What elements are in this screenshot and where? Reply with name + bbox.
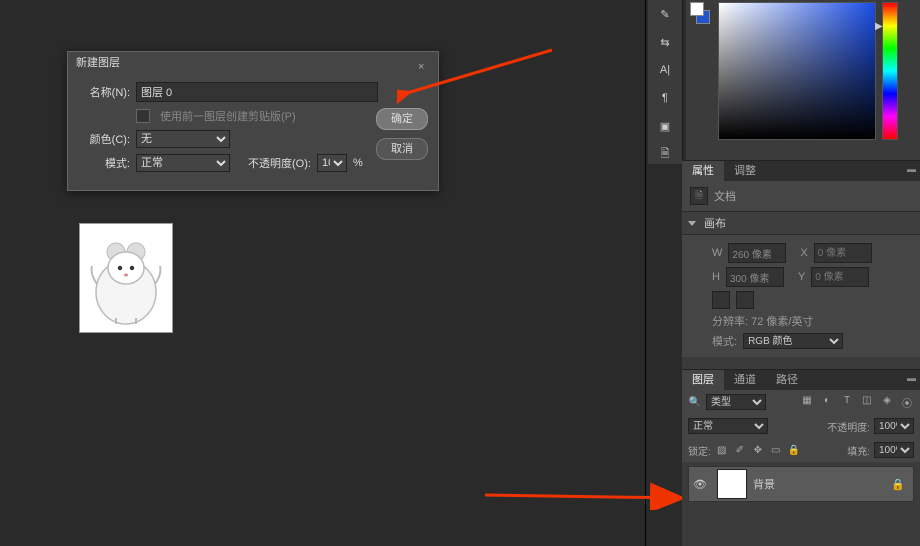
color-select[interactable]: 无 <box>136 130 230 148</box>
filter-adjust-icon[interactable]: ◐ <box>820 395 834 410</box>
layer-thumbnail[interactable] <box>717 469 747 499</box>
filter-pixel-icon[interactable]: ▦ <box>800 395 814 410</box>
hue-slider[interactable] <box>882 2 898 140</box>
layer-name[interactable]: 背景 <box>753 476 775 492</box>
blend-mode-select[interactable]: 正常 <box>136 154 230 172</box>
height-input[interactable] <box>726 267 784 287</box>
visibility-icon[interactable]: 👁 <box>689 478 711 491</box>
filter-smart-icon[interactable]: ◈ <box>880 395 894 410</box>
tab-layers[interactable]: 图层 <box>682 370 724 390</box>
tab-adjustments[interactable]: 调整 <box>724 161 766 181</box>
tab-properties[interactable]: 属性 <box>682 161 724 181</box>
lock-position-icon[interactable]: ✥ <box>751 445 765 456</box>
chevron-down-icon <box>688 221 696 226</box>
orientation-portrait-icon[interactable] <box>712 291 730 309</box>
new-layer-dialog: 新建图层 × 名称(N): 使用前一图层创建剪贴版(P) 颜色(C): 无 模式… <box>67 51 439 191</box>
lock-all-icon[interactable]: 🔒 <box>787 445 801 456</box>
filter-shape-icon[interactable]: ◫ <box>860 395 874 410</box>
y-label: Y <box>798 271 805 283</box>
h-label: H <box>712 271 720 283</box>
x-input[interactable] <box>814 243 872 263</box>
name-label: 名称(N): <box>78 84 130 100</box>
color-label: 颜色(C): <box>78 131 130 147</box>
dialog-title: 新建图层 <box>76 57 120 69</box>
w-label: W <box>712 247 722 259</box>
canvas-thumbnail[interactable] <box>79 223 173 333</box>
x-label: X <box>800 247 807 259</box>
paragraph-icon[interactable]: ¶ <box>653 88 677 108</box>
eyedropper-icon[interactable]: ✎ <box>653 4 677 24</box>
document-label: 文档 <box>714 188 736 204</box>
layer-opacity-label: 不透明度: <box>827 419 870 434</box>
lock-icon[interactable]: 🔒 <box>891 478 905 491</box>
clip-label: 使用前一图层创建剪贴版(P) <box>160 108 296 124</box>
opacity-label: 不透明度(O): <box>248 155 311 171</box>
close-icon[interactable]: × <box>418 56 432 70</box>
tab-paths[interactable]: 路径 <box>766 370 808 390</box>
lock-brush-icon[interactable]: ✐ <box>733 445 747 456</box>
layer-name-input[interactable] <box>136 82 378 102</box>
collapse-icon[interactable]: ▬ <box>907 164 916 174</box>
hue-indicator-icon: ▶ <box>875 21 883 32</box>
layer-blend-select[interactable]: 正常 <box>688 418 768 434</box>
ok-button[interactable]: 确定 <box>376 108 428 130</box>
filter-type-icon[interactable]: T <box>840 395 854 410</box>
document-icon: 🗎 <box>690 187 708 205</box>
swatch-stack <box>690 2 704 30</box>
lock-artboard-icon[interactable]: ▭ <box>769 445 783 456</box>
dialog-title-bar[interactable]: 新建图层 × <box>68 52 438 74</box>
color-mode-label: 模式: <box>712 333 737 349</box>
tool-strip: ✎ ⇆ A| ¶ ▣ 🗎 <box>648 0 683 164</box>
cancel-button[interactable]: 取消 <box>376 138 428 160</box>
color-mode-select[interactable]: RGB 颜色 <box>743 333 843 349</box>
canvas-section-header[interactable]: 画布 <box>682 211 920 235</box>
collapse-icon[interactable]: ▬ <box>907 373 916 383</box>
y-input[interactable] <box>811 267 869 287</box>
opacity-select[interactable]: 100 <box>317 154 347 172</box>
note-icon[interactable]: ▣ <box>653 116 677 136</box>
properties-panel: 属性 调整 ▬ 🗎 文档 画布 W X H Y <box>682 160 920 357</box>
type-icon[interactable]: A| <box>653 60 677 80</box>
fg-swatch[interactable] <box>690 2 704 16</box>
clip-checkbox[interactable] <box>136 109 150 123</box>
resolution-text: 分辨率: 72 像素/英寸 <box>712 313 813 329</box>
fill-select[interactable]: 100% <box>874 442 914 458</box>
fill-label: 填充: <box>847 443 870 458</box>
document-icon[interactable]: 🗎 <box>653 144 677 164</box>
layers-panel: 图层 通道 路径 ▬ 🔍 类型 ▦ ◐ T ◫ ◈ ⦿ 正常 不透明度: 100… <box>682 369 920 502</box>
sliders-icon[interactable]: ⇆ <box>653 32 677 52</box>
lock-label: 锁定: <box>688 443 711 458</box>
filter-kind-select[interactable]: 类型 <box>706 394 766 410</box>
filter-toggle-icon[interactable]: ⦿ <box>900 395 914 410</box>
lock-transparent-icon[interactable]: ▨ <box>715 445 729 456</box>
layer-opacity-select[interactable]: 100% <box>874 418 914 434</box>
width-input[interactable] <box>728 243 786 263</box>
orientation-landscape-icon[interactable] <box>736 291 754 309</box>
mode-label: 模式: <box>78 155 130 171</box>
color-picker-field[interactable] <box>718 2 876 140</box>
canvas-area: 新建图层 × 名称(N): 使用前一图层创建剪贴版(P) 颜色(C): 无 模式… <box>0 0 646 546</box>
opacity-unit: % <box>353 157 363 169</box>
search-icon[interactable]: 🔍 <box>688 397 702 408</box>
layer-row-background[interactable]: 👁 背景 🔒 <box>688 466 914 502</box>
tab-channels[interactable]: 通道 <box>724 370 766 390</box>
